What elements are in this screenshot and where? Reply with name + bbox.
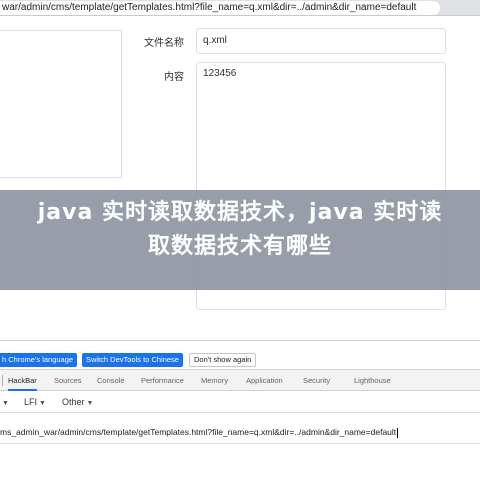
chevron-down-icon: ▼ xyxy=(86,400,94,407)
hackbar-toolbar: ▼ LFI ▼ Other ▼ xyxy=(0,391,480,413)
devtools-language-infobar: h Chrome's language Switch DevTools to C… xyxy=(0,349,480,369)
lfi-dropdown[interactable]: LFI ▼ xyxy=(24,391,46,415)
other-dropdown[interactable]: Other ▼ xyxy=(62,391,93,415)
content-label: 内容 xyxy=(164,72,184,83)
dont-show-again-button[interactable]: Don't show again xyxy=(189,353,257,367)
tab-application[interactable]: Application xyxy=(246,370,283,391)
chevron-down-icon: ▼ xyxy=(39,400,46,407)
tab-performance[interactable]: Performance xyxy=(141,370,184,391)
devtools-panel: h Chrome's language Switch DevTools to C… xyxy=(0,340,480,480)
template-list-panel xyxy=(0,30,122,178)
filename-input[interactable]: q.xml xyxy=(196,28,446,54)
tab-memory[interactable]: Memory xyxy=(201,370,228,391)
chevron-down-icon: ▼ xyxy=(2,400,9,407)
hackbar-url-text: ms_admin_war/admin/cms/template/getTempl… xyxy=(0,427,397,437)
tab-security[interactable]: Security xyxy=(303,370,330,391)
match-chrome-language-button[interactable]: h Chrome's language xyxy=(0,353,78,367)
other-label: Other xyxy=(62,397,85,407)
switch-devtools-chinese-button[interactable]: Switch DevTools to Chinese xyxy=(82,353,183,367)
tab-lighthouse[interactable]: Lighthouse xyxy=(354,370,391,391)
screenshot-root: war/admin/cms/template/getTemplates.html… xyxy=(0,0,480,480)
banner-title: java 实时读取数据技术，java 实时读取数据技术有哪些 xyxy=(37,200,443,259)
hackbar-dropdown-prev[interactable]: ▼ xyxy=(0,391,9,415)
tab-sources[interactable]: Sources xyxy=(54,370,82,391)
tab-hackbar[interactable]: HackBar xyxy=(8,370,37,391)
lfi-label: LFI xyxy=(24,397,38,407)
devtools-tab-bar: HackBar Sources Console Performance Memo… xyxy=(0,369,480,391)
text-cursor xyxy=(397,427,399,438)
url-divider xyxy=(0,443,480,444)
hackbar-url-field[interactable]: ms_admin_war/admin/cms/template/getTempl… xyxy=(0,421,480,443)
tab-console[interactable]: Console xyxy=(97,370,125,391)
address-url-field[interactable]: war/admin/cms/template/getTemplates.html… xyxy=(0,1,440,15)
tab-separator xyxy=(2,375,3,386)
browser-address-bar: war/admin/cms/template/getTemplates.html… xyxy=(0,0,480,16)
filename-label: 文件名称 xyxy=(144,38,184,49)
